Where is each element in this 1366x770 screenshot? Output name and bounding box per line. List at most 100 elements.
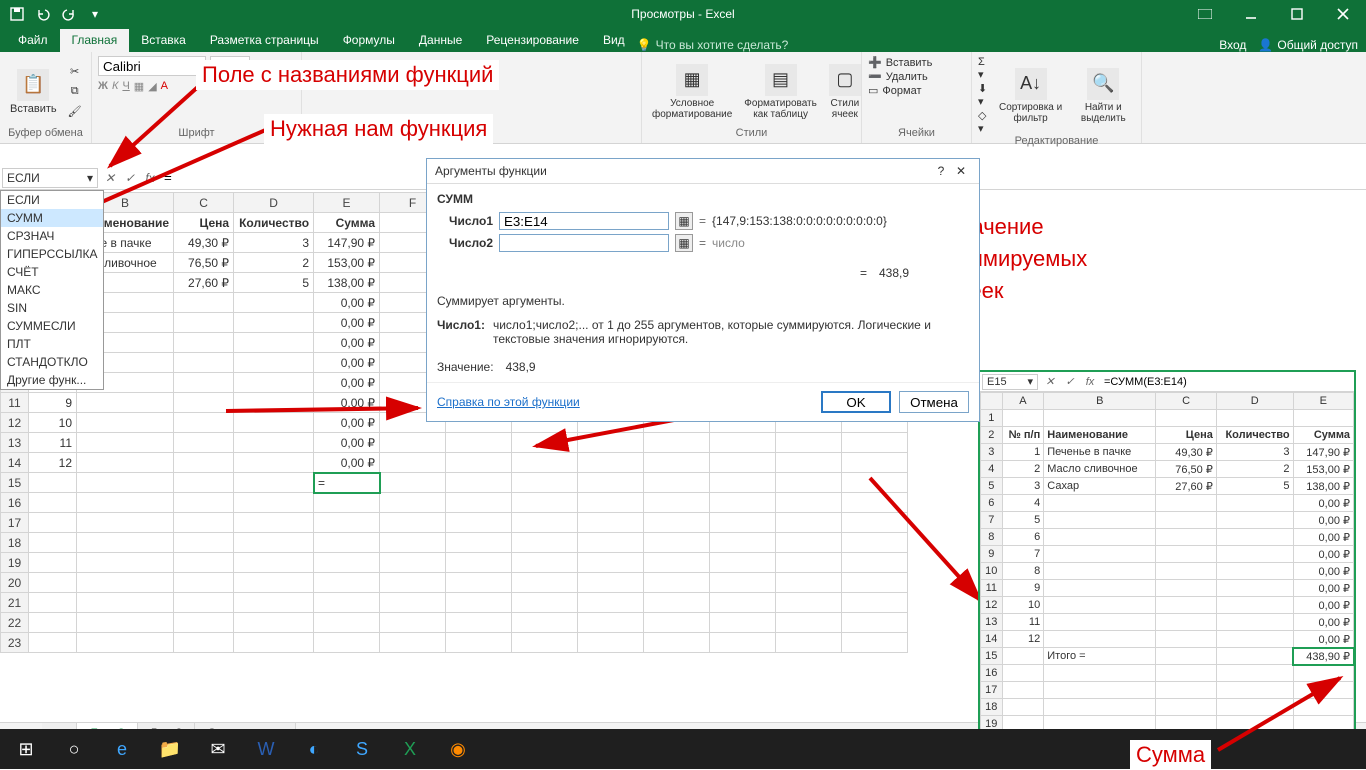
autosum-icon[interactable]: Σ ▾ bbox=[978, 56, 990, 81]
excel-icon[interactable]: X bbox=[388, 732, 432, 766]
dialog-help-link[interactable]: Справка по этой функции bbox=[437, 395, 580, 409]
ok-button[interactable]: OK bbox=[821, 391, 891, 413]
function-dropdown: ЕСЛИСУММСРЗНАЧГИПЕРССЫЛКАСЧЁТМАКСSINСУММ… bbox=[0, 190, 104, 390]
sort-filter-icon: A↓ bbox=[1015, 68, 1047, 100]
arg-help-text: число1;число2;... от 1 до 255 аргументов… bbox=[493, 318, 969, 346]
share-button[interactable]: 👤 Общий доступ bbox=[1258, 38, 1358, 52]
annotation-sum2: Сумма bbox=[1130, 740, 1211, 770]
tab-Вид[interactable]: Вид bbox=[591, 29, 637, 52]
dialog-close-icon[interactable]: ✕ bbox=[951, 164, 971, 178]
fill-icon[interactable]: ⬇ ▾ bbox=[978, 82, 990, 108]
format-as-table-icon: ▤ bbox=[765, 64, 797, 96]
find-icon: 🔍 bbox=[1087, 68, 1119, 100]
arg1-ref-icon[interactable]: ▦ bbox=[675, 212, 693, 230]
fn-item-СЧЁТ[interactable]: СЧЁТ bbox=[1, 263, 103, 281]
ribbon-display-icon[interactable] bbox=[1182, 0, 1228, 28]
cancel-button[interactable]: Отмена bbox=[899, 391, 969, 413]
maximize-icon[interactable] bbox=[1274, 0, 1320, 28]
undo-icon[interactable] bbox=[32, 3, 54, 25]
sort-filter-button[interactable]: A↓ Сортировка и фильтр bbox=[994, 66, 1068, 126]
qat-dropdown-icon[interactable]: ▾ bbox=[84, 3, 106, 25]
fn-item-СРЗНАЧ[interactable]: СРЗНАЧ bbox=[1, 227, 103, 245]
arg-help-label: Число1: bbox=[437, 318, 485, 346]
paste-button[interactable]: 📋 Вставить bbox=[6, 67, 61, 117]
tell-me[interactable]: 💡 Что вы хотите сделать? bbox=[637, 38, 789, 52]
fn-item-СТАНДОТКЛО[interactable]: СТАНДОТКЛО bbox=[1, 353, 103, 371]
save-icon[interactable] bbox=[6, 3, 28, 25]
window-title: Просмотры - Excel bbox=[631, 7, 734, 21]
inset-name-box[interactable]: E15 ▾ bbox=[982, 374, 1038, 390]
find-select-button[interactable]: 🔍 Найти и выделить bbox=[1072, 66, 1135, 126]
tab-Главная[interactable]: Главная bbox=[60, 29, 130, 52]
title-bar: ▾ Просмотры - Excel bbox=[0, 0, 1366, 28]
fn-item-ПЛТ[interactable]: ПЛТ bbox=[1, 335, 103, 353]
dialog-preview: 438,9 bbox=[879, 266, 909, 280]
clear-icon[interactable]: ◇ ▾ bbox=[978, 109, 990, 135]
app-icon[interactable]: ◐ bbox=[292, 732, 336, 766]
annotation-field-fn: Поле с названиями функций bbox=[196, 60, 499, 90]
cell-styles-icon: ▢ bbox=[829, 64, 861, 96]
fn-item-СУММ[interactable]: СУММ bbox=[1, 209, 103, 227]
fn-item-ЕСЛИ[interactable]: ЕСЛИ bbox=[1, 191, 103, 209]
edge-icon[interactable]: e bbox=[100, 732, 144, 766]
format-cells-button[interactable]: ▭Формат bbox=[868, 84, 921, 97]
inset-formula-input[interactable] bbox=[1100, 374, 1354, 390]
arrow-icon bbox=[218, 396, 428, 426]
mail-icon[interactable]: ✉ bbox=[196, 732, 240, 766]
lightbulb-icon: 💡 bbox=[637, 38, 652, 52]
annotation-needed-fn: Нужная нам функция bbox=[264, 114, 493, 144]
dialog-desc: Суммирует аргументы. bbox=[437, 294, 969, 308]
insert-icon: ➕ bbox=[868, 56, 882, 69]
fn-item-СУММЕСЛИ[interactable]: СУММЕСЛИ bbox=[1, 317, 103, 335]
cell-styles-button[interactable]: ▢ Стили ячеек bbox=[825, 62, 865, 122]
insert-cells-button[interactable]: ➕Вставить bbox=[868, 56, 932, 69]
fn-item-ГИПЕРССЫЛКА[interactable]: ГИПЕРССЫЛКА bbox=[1, 245, 103, 263]
dialog-help-icon[interactable]: ? bbox=[931, 164, 951, 178]
start-icon[interactable]: ⊞ bbox=[4, 732, 48, 766]
group-styles: Стили bbox=[648, 127, 855, 141]
dialog-fn-name: СУММ bbox=[437, 192, 969, 206]
fn-item-МАКС[interactable]: МАКС bbox=[1, 281, 103, 299]
result-value: 438,9 bbox=[506, 360, 536, 374]
explorer-icon[interactable]: 📁 bbox=[148, 732, 192, 766]
tab-Вставка[interactable]: Вставка bbox=[129, 29, 198, 52]
format-icon: ▭ bbox=[868, 84, 878, 97]
fn-item-SIN[interactable]: SIN bbox=[1, 299, 103, 317]
arg2-label: Число2 bbox=[437, 236, 493, 250]
redo-icon[interactable] bbox=[58, 3, 80, 25]
skype-icon[interactable]: S bbox=[340, 732, 384, 766]
delete-icon: ➖ bbox=[868, 70, 882, 83]
arg2-input[interactable] bbox=[499, 234, 669, 252]
close-icon[interactable] bbox=[1320, 0, 1366, 28]
delete-cells-button[interactable]: ➖Удалить bbox=[868, 70, 928, 83]
arg1-input[interactable] bbox=[499, 212, 669, 230]
firefox-icon[interactable]: ◉ bbox=[436, 732, 480, 766]
cut-icon[interactable]: ✂ bbox=[65, 63, 85, 81]
inset-fx-icon[interactable]: fx bbox=[1080, 376, 1100, 388]
result-label: Значение: bbox=[437, 360, 494, 374]
format-as-table-button[interactable]: ▤ Форматировать как таблицу bbox=[740, 62, 821, 122]
arg1-eval: {147,9:153:138:0:0:0:0:0:0:0:0:0} bbox=[712, 214, 969, 228]
arg2-ref-icon[interactable]: ▦ bbox=[675, 234, 693, 252]
fn-item-Другие функ...[interactable]: Другие функ... bbox=[1, 371, 103, 389]
group-editing: Редактирование bbox=[978, 135, 1135, 149]
tab-Формулы[interactable]: Формулы bbox=[331, 29, 407, 52]
copy-icon[interactable]: ⧉ bbox=[65, 83, 85, 101]
sign-in-link[interactable]: Вход bbox=[1219, 38, 1246, 52]
word-icon[interactable]: W bbox=[244, 732, 288, 766]
tab-Данные[interactable]: Данные bbox=[407, 29, 474, 52]
tab-Разметка страницы[interactable]: Разметка страницы bbox=[198, 29, 331, 52]
ribbon-tabs: Файл ГлавнаяВставкаРазметка страницыФорм… bbox=[0, 28, 1366, 52]
tab-Рецензирование[interactable]: Рецензирование bbox=[474, 29, 591, 52]
tab-file[interactable]: Файл bbox=[6, 29, 60, 52]
arg1-label: Число1 bbox=[437, 214, 493, 228]
inset-enter-icon[interactable]: ✓ bbox=[1060, 375, 1080, 388]
inset-cancel-icon[interactable]: ✕ bbox=[1040, 375, 1060, 388]
conditional-formatting-button[interactable]: ▦ Условное форматирование bbox=[648, 62, 736, 122]
chevron-down-icon: ▾ bbox=[1027, 375, 1033, 388]
minimize-icon[interactable] bbox=[1228, 0, 1274, 28]
search-icon[interactable]: ○ bbox=[52, 732, 96, 766]
group-cells: Ячейки bbox=[868, 127, 965, 141]
conditional-formatting-icon: ▦ bbox=[676, 64, 708, 96]
share-icon: 👤 bbox=[1258, 38, 1273, 52]
